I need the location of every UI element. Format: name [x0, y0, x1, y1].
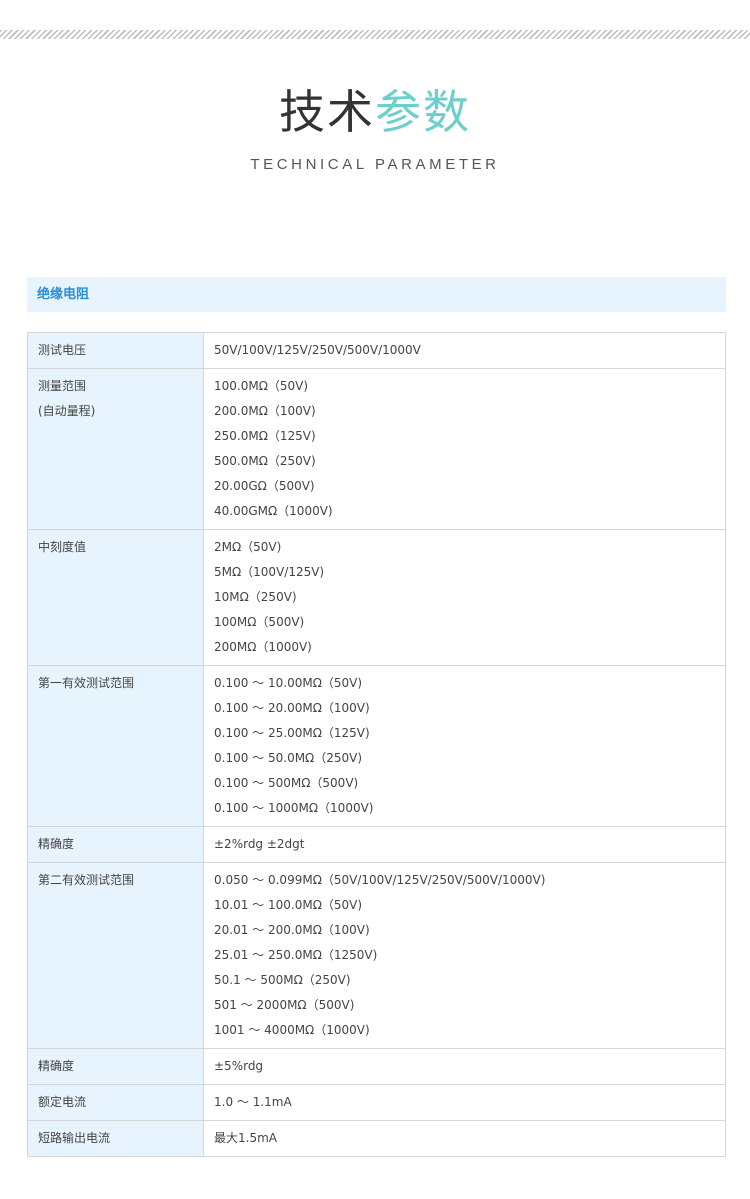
row-value: 50.1 ～ 500MΩ（250V): [214, 973, 351, 987]
table-row: 测量范围 (自动量程) 100.0MΩ（50V) 200.0MΩ（100V) 250.0…: [27, 368, 726, 530]
row-value-cell: 最大1.5mA: [203, 1120, 726, 1157]
row-value: 1001 ～ 4000MΩ（1000V): [214, 1023, 370, 1037]
row-label-cell: 额定电流: [27, 1084, 204, 1121]
row-value: 1.0 ～ 1.1mA: [214, 1095, 292, 1109]
row-value-cell: 1.0 ～ 1.1mA: [203, 1084, 726, 1121]
row-label-cell: 中刻度值: [27, 529, 204, 666]
page-title: 技术参数: [0, 80, 750, 144]
row-label-cell: 第一有效测试范围: [27, 665, 204, 827]
row-value: 10.01 ～ 100.0MΩ（50V): [214, 898, 363, 912]
row-value: 100.0MΩ（50V): [214, 379, 309, 393]
row-value-cell: 100.0MΩ（50V) 200.0MΩ（100V) 250.0MΩ（125V) 50…: [203, 368, 726, 530]
row-value: 5MΩ（100V/125V): [214, 565, 325, 579]
row-value-cell: 2MΩ（50V) 5MΩ（100V/125V) 10MΩ（250V) 100MΩ（50…: [203, 529, 726, 666]
row-label-cell: 精确度: [27, 1048, 204, 1085]
row-value-cell: ±5%rdg: [203, 1048, 726, 1085]
row-value-cell: 0.050 ～ 0.099MΩ（50V/100V/125V/250V/500V/…: [203, 862, 726, 1049]
table-row: 额定电流 1.0 ～ 1.1mA: [27, 1084, 726, 1121]
row-label-cell: 测量范围 (自动量程): [27, 368, 204, 530]
row-label: 精确度: [38, 837, 75, 851]
row-value: ±5%rdg: [214, 1059, 264, 1073]
row-label-cell: 短路输出电流: [27, 1120, 204, 1157]
table-row: 精确度 ±5%rdg: [27, 1048, 726, 1085]
row-value: 25.01 ～ 250.0MΩ（1250V): [214, 948, 378, 962]
page-subtitle: TECHNICAL PARAMETER: [250, 156, 500, 173]
row-label: 精确度: [38, 1059, 75, 1073]
table-row: 第一有效测试范围 0.100 ～ 10.00MΩ（50V) 0.100 ～ 20.0…: [27, 665, 726, 827]
row-value-cell: 0.100 ～ 10.00MΩ（50V) 0.100 ～ 20.00MΩ（100V…: [203, 665, 726, 827]
row-value-cell: 50V/100V/125V/250V/500V/1000V: [203, 332, 726, 369]
row-value: 250.0MΩ（125V): [214, 429, 316, 443]
row-value: 0.050 ～ 0.099MΩ（50V/100V/125V/250V/500V/…: [214, 873, 546, 887]
row-value: 20.00GΩ（500V): [214, 479, 315, 493]
row-label-cell: 第二有效测试范围: [27, 862, 204, 1049]
row-label: 第二有效测试范围: [38, 873, 135, 887]
table-row: 第二有效测试范围 0.050 ～ 0.099MΩ（50V/100V/125V/25…: [27, 862, 726, 1049]
row-label: 测量范围: [38, 379, 87, 393]
row-label: 测试电压: [38, 343, 87, 357]
title-accent: 参数: [375, 85, 471, 139]
table-row: 测试电压 50V/100V/125V/250V/500V/1000V: [27, 332, 726, 369]
row-value: 500.0MΩ（250V): [214, 454, 316, 468]
row-value: 0.100 ～ 20.00MΩ（100V): [214, 701, 370, 715]
row-value: 0.100 ～ 10.00MΩ（50V): [214, 676, 363, 690]
row-label-cell: 精确度: [27, 826, 204, 863]
row-value: 0.100 ～ 50.0MΩ（250V): [214, 751, 363, 765]
row-value: 50V/100V/125V/250V/500V/1000V: [214, 343, 421, 357]
row-value: 40.00GMΩ（1000V): [214, 504, 333, 518]
row-value: 200.0MΩ（100V): [214, 404, 316, 418]
row-value: 0.100 ～ 25.00MΩ（125V): [214, 726, 370, 740]
title-main: 技术: [279, 85, 375, 139]
row-value: 501 ～ 2000MΩ（500V): [214, 998, 355, 1012]
row-value: 最大1.5mA: [214, 1131, 277, 1145]
row-label-cell: 测试电压: [27, 332, 204, 369]
row-value: 100MΩ（500V): [214, 615, 305, 629]
row-value: 10MΩ（250V): [214, 590, 297, 604]
row-value: 200MΩ（1000V): [214, 640, 312, 654]
row-label: 中刻度值: [38, 540, 87, 554]
row-value: 0.100 ～ 1000MΩ（1000V): [214, 801, 374, 815]
table-row: 精确度 ±2%rdg ±2dgt: [27, 826, 726, 863]
row-value-cell: ±2%rdg ±2dgt: [203, 826, 726, 863]
table-row: 短路输出电流 最大1.5mA: [27, 1120, 726, 1157]
row-label: 额定电流: [38, 1095, 87, 1109]
decorative-stripe: [0, 30, 750, 39]
row-label: 第一有效测试范围: [38, 676, 135, 690]
row-value: 0.100 ～ 500MΩ（500V): [214, 776, 359, 790]
row-value: 2MΩ（50V): [214, 540, 282, 554]
section-header: 绝缘电阻: [27, 277, 726, 312]
row-label: 短路输出电流: [38, 1131, 111, 1145]
row-label: (自动量程): [38, 404, 96, 418]
row-value: ±2%rdg ±2dgt: [214, 837, 305, 851]
section-title: 绝缘电阻: [37, 287, 90, 302]
row-value: 20.01 ～ 200.0MΩ（100V): [214, 923, 370, 937]
table-row: 中刻度值 2MΩ（50V) 5MΩ（100V/125V) 10MΩ（250V) 100M…: [27, 529, 726, 666]
spec-table: 测试电压 50V/100V/125V/250V/500V/1000V 测量范围 (自动…: [27, 332, 726, 1157]
